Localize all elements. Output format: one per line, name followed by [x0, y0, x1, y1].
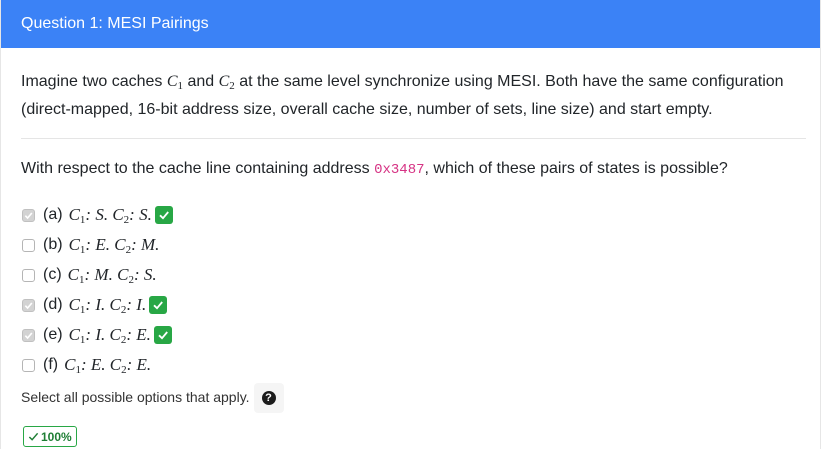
check-icon	[24, 211, 33, 219]
options-list: (a) C1: S. C2: S. (b) C1: E. C2: M. (c) C1: M…	[21, 200, 800, 380]
question-circle-icon: ?	[261, 391, 276, 405]
question-body: Imagine two caches C1 and C2 at the same…	[1, 70, 820, 447]
score-badge: 100%	[23, 426, 77, 447]
question-statement: Imagine two caches C1 and C2 at the same…	[21, 70, 806, 122]
check-icon	[159, 211, 169, 220]
option-a[interactable]: (a) C1: S. C2: S.	[21, 200, 800, 230]
statement-text: and	[183, 73, 219, 90]
option-checkbox[interactable]	[22, 268, 35, 282]
correct-badge	[154, 206, 173, 224]
cache-c2: C2	[218, 73, 235, 92]
option-checkbox[interactable]	[22, 328, 35, 342]
correct-badge	[153, 326, 172, 344]
check-icon	[153, 301, 164, 310]
option-c[interactable]: (c) C1: M. C2: S.	[21, 260, 800, 290]
option-states: C1: I. C2: I.	[68, 294, 147, 316]
option-e[interactable]: (e) C1: I. C2: E.	[21, 320, 800, 350]
check-icon	[24, 331, 33, 339]
score-value: 100%	[41, 429, 72, 444]
question-title: Question 1: MESI Pairings	[21, 15, 209, 32]
option-states: C1: E. C2: E.	[64, 354, 152, 376]
help-button[interactable]: ?	[253, 383, 284, 413]
option-letter: (c)	[43, 266, 62, 283]
option-states: C1: I. C2: E.	[68, 324, 151, 346]
divider	[21, 138, 806, 139]
option-checkbox[interactable]	[22, 208, 35, 222]
option-letter: (b)	[43, 236, 63, 253]
option-b[interactable]: (b) C1: E. C2: M.	[21, 230, 800, 260]
question-prompt: With respect to the cache line containin…	[21, 157, 800, 182]
help-text: Select all possible options that apply.	[21, 389, 250, 405]
option-d[interactable]: (d) C1: I. C2: I.	[21, 290, 800, 320]
check-icon	[28, 432, 39, 441]
help-row: Select all possible options that apply. …	[21, 382, 800, 413]
option-letter: (e)	[43, 326, 63, 343]
cache-c1: C1	[166, 73, 184, 92]
option-states: C1: S. C2: S.	[68, 204, 152, 226]
prompt-text: , which of these pairs of states is poss…	[424, 160, 728, 177]
statement-text: Imagine two caches	[21, 73, 167, 90]
question-card: Question 1: MESI Pairings Imagine two ca…	[0, 0, 821, 449]
option-letter: (a)	[43, 206, 63, 223]
option-checkbox[interactable]	[22, 238, 35, 252]
check-icon	[24, 301, 33, 309]
address-code: 0x3487	[374, 162, 425, 178]
option-checkbox[interactable]	[22, 358, 35, 372]
prompt-text: With respect to the cache line containin…	[21, 160, 375, 177]
option-states: C1: E. C2: M.	[68, 234, 160, 256]
option-f[interactable]: (f) C1: E. C2: E.	[21, 350, 800, 380]
option-states: C1: M. C2: S.	[67, 264, 157, 286]
option-letter: (f)	[43, 356, 59, 373]
correct-badge	[149, 296, 168, 314]
question-header: Question 1: MESI Pairings	[1, 0, 820, 48]
check-icon	[158, 331, 168, 340]
option-checkbox[interactable]	[22, 298, 35, 312]
option-letter: (d)	[43, 296, 63, 313]
